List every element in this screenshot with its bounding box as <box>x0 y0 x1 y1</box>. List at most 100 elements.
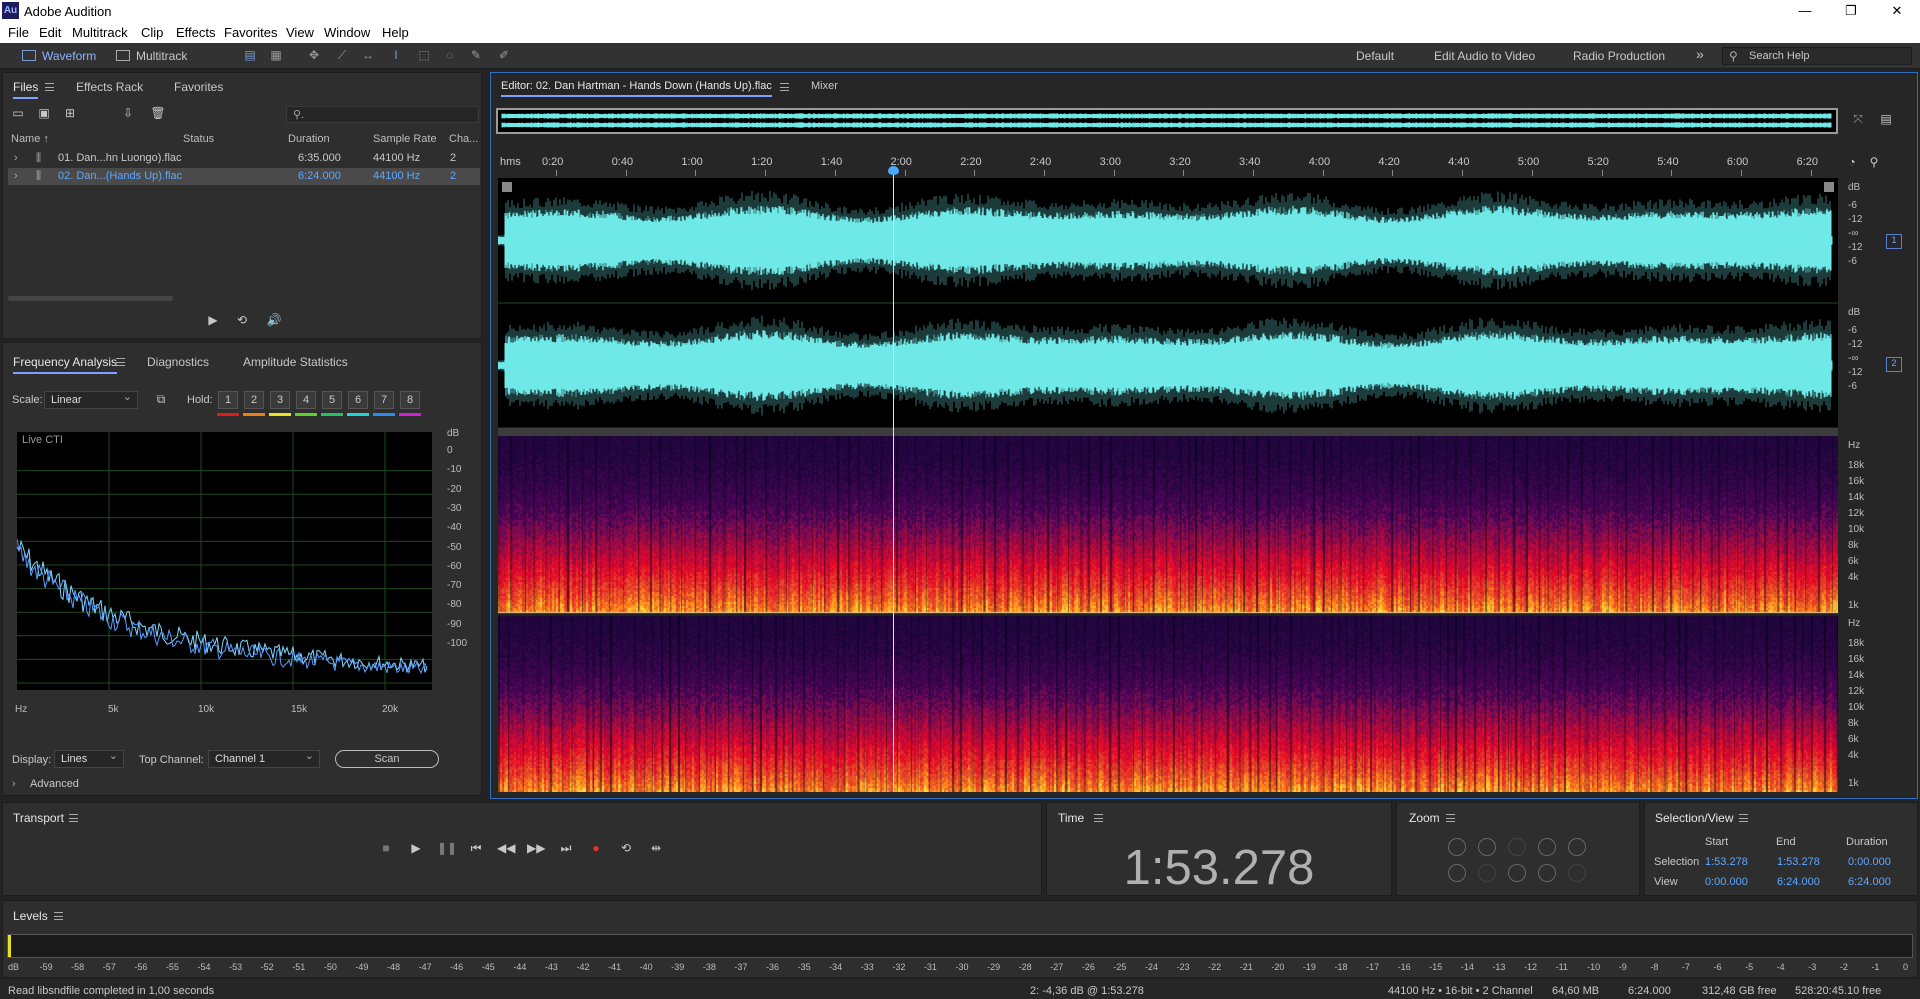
menu-help[interactable]: Help <box>382 25 409 40</box>
fast-forward-icon[interactable]: ▶▶ <box>527 840 545 856</box>
zoom-menu-icon[interactable] <box>1446 814 1455 822</box>
hold-button-1[interactable]: 1 <box>218 391 238 409</box>
tab-files[interactable]: Files <box>13 80 39 99</box>
view-start[interactable]: 0:00.000 <box>1705 876 1748 888</box>
zoom-to-selection-icon[interactable] <box>1478 864 1496 882</box>
pitch-display-icon[interactable]: ▦ <box>268 48 284 63</box>
zoom-out-amplitude-icon[interactable] <box>1478 838 1496 856</box>
menu-window[interactable]: Window <box>324 25 370 40</box>
workspace-default[interactable]: Default <box>1356 49 1394 63</box>
advanced-chevron-icon[interactable]: › <box>12 778 16 790</box>
skip-selection-icon[interactable]: ⇹ <box>647 840 665 856</box>
zoom-in-time-icon[interactable] <box>1508 838 1526 856</box>
spectral-display-icon[interactable]: ▤ <box>242 48 258 63</box>
hold-button-5[interactable]: 5 <box>322 391 342 409</box>
editor-options-icon[interactable]: ▤ <box>1878 112 1894 127</box>
tab-editor[interactable]: Editor: 02. Dan Hartman - Hands Down (Ha… <box>501 80 772 97</box>
hold-button-8[interactable]: 8 <box>400 391 420 409</box>
record-icon[interactable]: ● <box>587 840 605 856</box>
zoom-in-point-icon[interactable] <box>1448 864 1466 882</box>
insert-into-multitrack-icon[interactable]: ⇩ <box>120 106 136 121</box>
marker-icon[interactable]: ⚲ <box>1866 155 1882 170</box>
fade-in-handle-icon[interactable] <box>502 182 512 192</box>
overview-navigator[interactable] <box>496 108 1838 134</box>
menu-view[interactable]: View <box>286 25 314 40</box>
expand-chevron-icon[interactable]: › <box>14 152 18 164</box>
tab-frequency-analysis[interactable]: Frequency Analysis <box>13 355 118 374</box>
search-help-field[interactable]: ⚲ Search Help <box>1722 47 1912 65</box>
expand-chevron-icon[interactable]: › <box>14 170 18 182</box>
workspace-radio-production[interactable]: Radio Production <box>1573 49 1665 63</box>
tab-diagnostics[interactable]: Diagnostics <box>147 355 209 369</box>
move-tool-icon[interactable]: ✥ <box>306 48 322 63</box>
hold-button-7[interactable]: 7 <box>374 391 394 409</box>
selection-duration[interactable]: 0:00.000 <box>1848 856 1891 868</box>
menu-effects[interactable]: Effects <box>176 25 216 40</box>
workspace-edit-audio-to-video[interactable]: Edit Audio to Video <box>1434 49 1535 63</box>
time-ruler[interactable]: hms 0:20 0:40 1:00 1:20 1:40 2:00 2:20 2:40 3:00… <box>498 152 1838 176</box>
marquee-tool-icon[interactable]: ⬚ <box>416 48 432 63</box>
menu-clip[interactable]: Clip <box>141 25 163 40</box>
levels-menu-icon[interactable] <box>54 912 63 920</box>
fade-out-handle-icon[interactable] <box>1824 182 1834 192</box>
play-icon[interactable]: ▶ <box>407 840 425 856</box>
menu-multitrack[interactable]: Multitrack <box>72 25 128 40</box>
more-workspaces-button[interactable]: » <box>1696 46 1704 62</box>
spot-healing-tool-icon[interactable]: ✐ <box>496 48 512 63</box>
menu-favorites[interactable]: Favorites <box>224 25 277 40</box>
multitrack-mode-button[interactable]: Multitrack <box>112 47 187 65</box>
import-file-icon[interactable]: ▣ <box>36 106 52 121</box>
top-channel-select[interactable]: Channel 1 <box>208 748 320 768</box>
brush-tool-icon[interactable]: ✎ <box>468 48 484 63</box>
menu-edit[interactable]: Edit <box>39 25 61 40</box>
pause-icon[interactable]: ❚❚ <box>437 840 457 856</box>
preview-play-icon[interactable]: ▶ <box>205 313 221 328</box>
lasso-tool-icon[interactable]: ◌ <box>442 48 458 63</box>
maximize-button[interactable]: ❐ <box>1828 2 1874 20</box>
selection-end[interactable]: 1:53.278 <box>1777 856 1820 868</box>
waveform-mode-button[interactable]: Waveform <box>18 47 96 65</box>
view-duration[interactable]: 6:24.000 <box>1848 876 1891 888</box>
analysis-panel-menu-icon[interactable] <box>116 358 125 366</box>
files-panel-menu-icon[interactable] <box>45 83 54 91</box>
view-end[interactable]: 6:24.000 <box>1777 876 1820 888</box>
zoom-reset-icon[interactable] <box>1568 864 1586 882</box>
playhead-handle[interactable] <box>888 166 900 175</box>
copy-image-icon[interactable]: ⧉ <box>153 392 169 407</box>
hold-button-4[interactable]: 4 <box>296 391 316 409</box>
tab-mixer[interactable]: Mixer <box>811 80 838 92</box>
close-button[interactable]: ✕ <box>1874 2 1920 20</box>
waveform-display[interactable] <box>498 178 1838 428</box>
spectral-display[interactable] <box>498 436 1838 792</box>
time-menu-icon[interactable] <box>1094 814 1103 822</box>
advanced-section[interactable]: Advanced <box>30 778 79 790</box>
menu-file[interactable]: File <box>8 25 29 40</box>
auto-play-icon[interactable]: 🔊 <box>266 313 282 328</box>
tab-effects-rack[interactable]: Effects Rack <box>76 80 143 94</box>
spectral-divider[interactable] <box>498 428 1838 436</box>
slip-tool-icon[interactable]: ↔ <box>360 48 376 63</box>
channel-2-badge[interactable]: 2 <box>1886 357 1902 372</box>
razor-tool-icon[interactable]: ⟋ <box>334 48 350 63</box>
col-status[interactable]: Status <box>183 133 214 145</box>
time-selection-tool-icon[interactable]: I <box>388 48 404 63</box>
zoom-selection-right-icon[interactable] <box>1538 864 1556 882</box>
zoom-selection-left-icon[interactable] <box>1508 864 1526 882</box>
transport-menu-icon[interactable] <box>69 814 78 822</box>
col-channels[interactable]: Cha... <box>449 133 478 145</box>
file-row-1[interactable]: › ⫼ 01. Dan...hn Luongo).flac 6:35.000 4… <box>8 150 480 167</box>
col-sample-rate[interactable]: Sample Rate <box>373 133 437 145</box>
zoom-in-amplitude-icon[interactable] <box>1448 838 1466 856</box>
tab-amplitude-statistics[interactable]: Amplitude Statistics <box>243 355 348 369</box>
scan-button[interactable]: Scan <box>335 750 439 768</box>
hold-button-6[interactable]: 6 <box>348 391 368 409</box>
col-duration[interactable]: Duration <box>288 133 330 145</box>
skip-to-end-icon[interactable]: ⏭ <box>557 840 575 856</box>
loop-playback-icon[interactable]: ⟲ <box>617 840 635 856</box>
close-file-icon[interactable]: 🗑 <box>150 106 166 121</box>
display-select[interactable]: Lines <box>54 748 124 768</box>
files-hscrollbar[interactable] <box>8 296 173 301</box>
tab-favorites[interactable]: Favorites <box>174 80 223 94</box>
minimize-button[interactable]: — <box>1782 2 1828 20</box>
channel-1-badge[interactable]: 1 <box>1886 234 1902 249</box>
